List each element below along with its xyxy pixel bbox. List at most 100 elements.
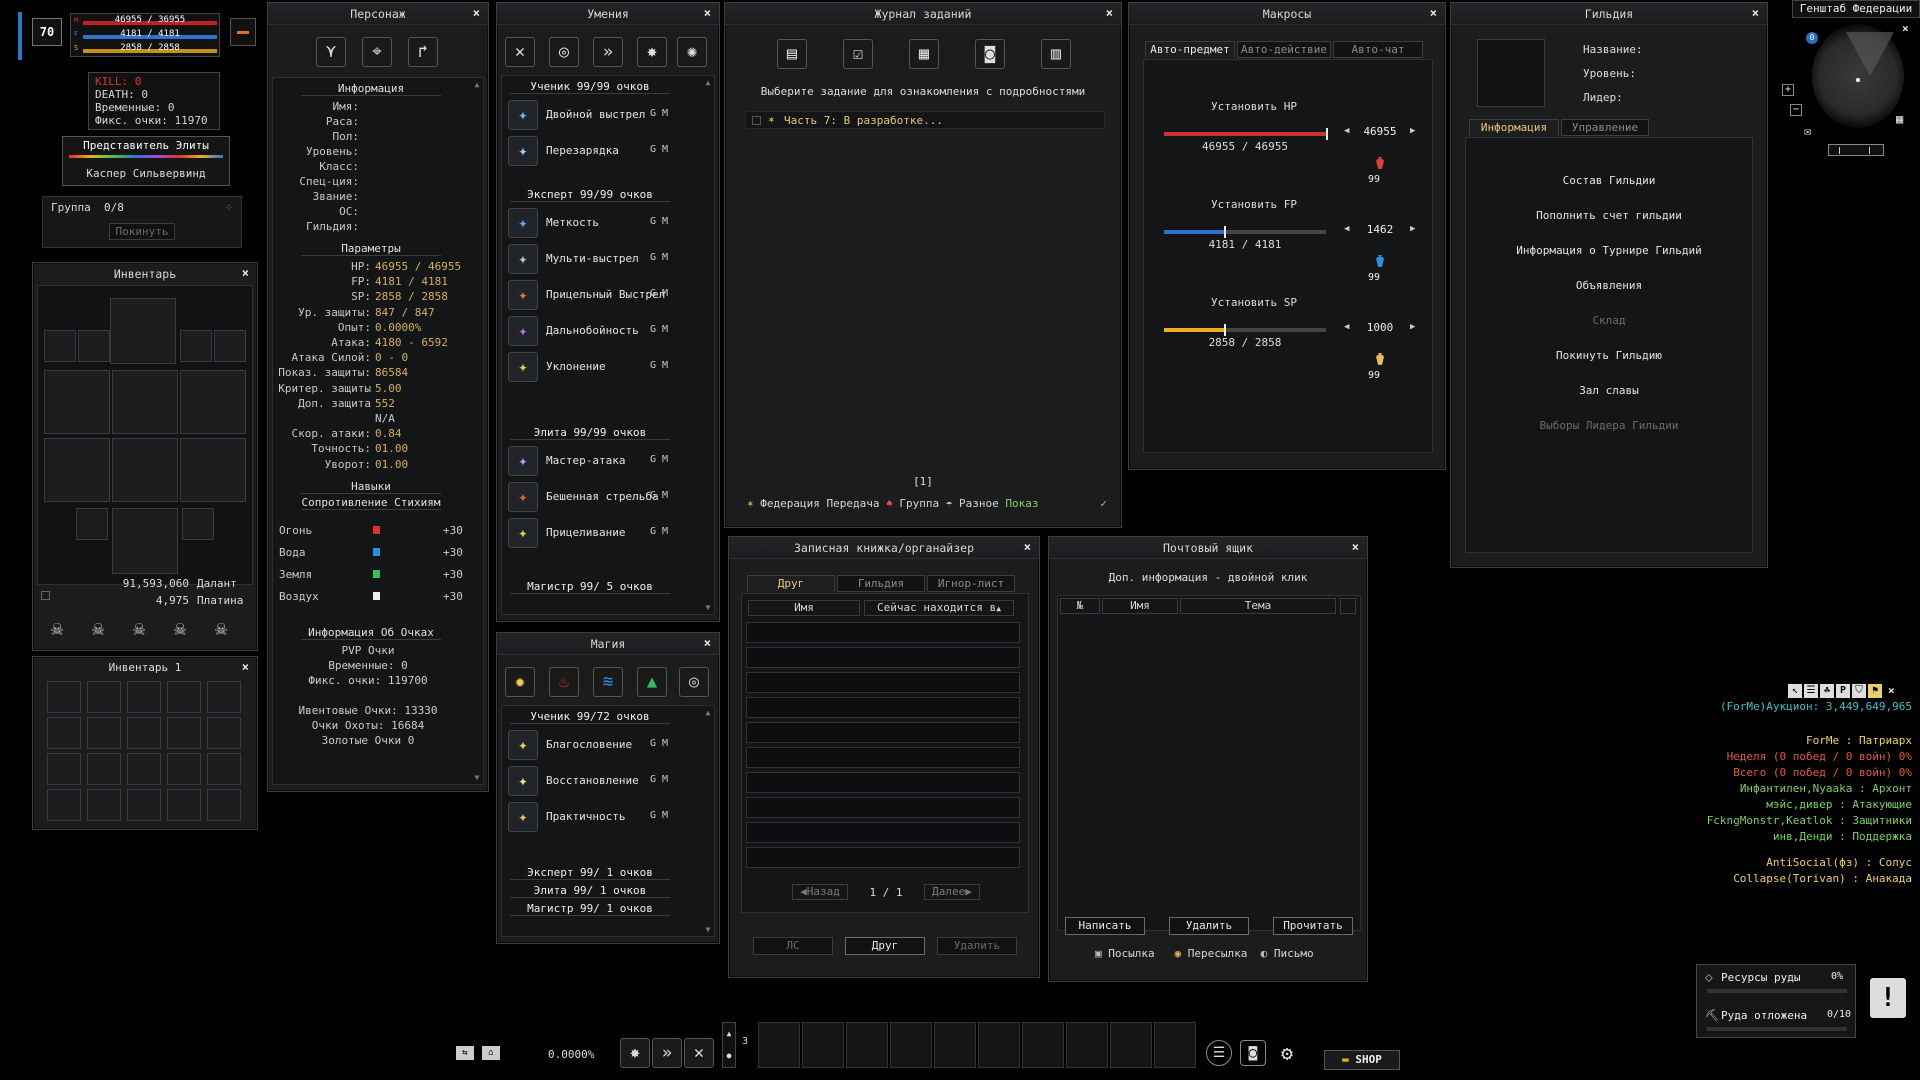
- zoom-in-icon[interactable]: +: [1782, 84, 1794, 96]
- checkbox-icon[interactable]: [752, 116, 761, 125]
- hotbar-slot[interactable]: [758, 1022, 800, 1068]
- hotbar-slot[interactable]: [1110, 1022, 1152, 1068]
- guild-menu-item[interactable]: Состав Гильдии: [1466, 174, 1752, 187]
- tab-auto-action[interactable]: Авто-действие: [1237, 41, 1331, 58]
- friend-row[interactable]: [746, 722, 1020, 743]
- checklist-icon[interactable]: ☑: [843, 39, 873, 69]
- journal-icon[interactable]: ▤: [777, 39, 807, 69]
- equip-slot[interactable]: [78, 330, 110, 362]
- skill-row[interactable]: ✦ Двойной выстрел G M: [506, 98, 674, 132]
- arrow-icon[interactable]: ↱: [408, 37, 438, 67]
- close-icon[interactable]: ×: [242, 660, 249, 674]
- target-icon[interactable]: ⌖: [362, 37, 392, 67]
- fp-slider-track[interactable]: [1164, 226, 1326, 238]
- tab-ignore[interactable]: Игнор-лист: [927, 575, 1015, 592]
- flag-icon[interactable]: ⚑: [1868, 684, 1882, 698]
- shield-icon[interactable]: ⛉: [1852, 684, 1866, 698]
- guild-menu-item[interactable]: Пополнить счет гильдии: [1466, 209, 1752, 222]
- filter-misc[interactable]: Разное: [959, 497, 999, 510]
- skill-icon[interactable]: ✦: [508, 280, 538, 310]
- hotbar-slot[interactable]: [934, 1022, 976, 1068]
- scroll-down-icon[interactable]: ▼: [473, 773, 481, 782]
- leave-group-button[interactable]: Покинуть: [109, 223, 175, 240]
- friend-row[interactable]: [746, 772, 1020, 793]
- minimap-badge[interactable]: 0: [1806, 32, 1818, 44]
- skill-row[interactable]: ✦ Дальнобойность G M: [506, 314, 674, 348]
- player-level-box[interactable]: 70: [32, 18, 62, 46]
- inventory-slot[interactable]: [207, 717, 241, 749]
- write-mail-button[interactable]: Написать: [1065, 917, 1145, 935]
- scroll-up-icon[interactable]: ▲: [704, 78, 712, 87]
- skill-icon[interactable]: ✦: [508, 446, 538, 476]
- calendar-icon[interactable]: ▦: [1896, 112, 1903, 126]
- filter-letter[interactable]: Письмо: [1274, 947, 1314, 960]
- inventory-slot[interactable]: [127, 681, 161, 713]
- filter-show[interactable]: Показ: [1005, 497, 1038, 510]
- hotbar-slot[interactable]: [978, 1022, 1020, 1068]
- select-all-checkbox[interactable]: [1340, 598, 1356, 614]
- burst-icon[interactable]: ✸: [637, 37, 667, 67]
- inventory-slot[interactable]: [87, 753, 121, 785]
- chat-icon[interactable]: ☰: [1804, 684, 1818, 698]
- friend-row[interactable]: [746, 847, 1020, 868]
- equip-slot[interactable]: [44, 370, 110, 434]
- skill-row[interactable]: ✦ Меткость G M: [506, 206, 674, 240]
- tab-auto-chat[interactable]: Авто-чат: [1333, 41, 1423, 58]
- skill-row[interactable]: ✦ Восстановление G M: [506, 764, 674, 798]
- dash-icon[interactable]: »: [593, 37, 623, 67]
- skill-row[interactable]: ✦ Уклонение G M: [506, 350, 674, 384]
- minimap-close-icon[interactable]: ×: [1902, 22, 1909, 35]
- tab-guild-info[interactable]: Информация: [1469, 119, 1559, 136]
- tab-guild-manage[interactable]: Управление: [1561, 119, 1649, 136]
- inventory-slot[interactable]: [207, 789, 241, 821]
- briefcase-icon[interactable]: ◙: [1240, 1040, 1266, 1066]
- tab-friend[interactable]: Друг: [747, 575, 835, 592]
- prev-page-button[interactable]: ◀Назад: [792, 884, 848, 900]
- scroll-down-icon[interactable]: ▼: [704, 925, 712, 934]
- remove-friend-button[interactable]: Удалить: [937, 937, 1017, 955]
- target-icon[interactable]: ◎: [549, 37, 579, 67]
- hotbar-slot[interactable]: [1022, 1022, 1064, 1068]
- equip-slot[interactable]: [214, 330, 246, 362]
- skill-row[interactable]: ✦ Благословение G M: [506, 728, 674, 762]
- inventory-slot[interactable]: [127, 753, 161, 785]
- equip-slot[interactable]: [180, 370, 246, 434]
- filter-federation[interactable]: Федерация: [760, 497, 820, 510]
- skill-icon[interactable]: ✦: [508, 352, 538, 382]
- pet-icon[interactable]: ☠: [84, 616, 112, 644]
- equip-slot[interactable]: [44, 330, 76, 362]
- read-mail-button[interactable]: Прочитать: [1273, 917, 1353, 935]
- add-friend-button[interactable]: Друг: [845, 937, 925, 955]
- shop-button[interactable]: ▬ SHOP: [1324, 1050, 1400, 1070]
- wings-icon[interactable]: ⋎: [316, 37, 346, 67]
- burst-icon[interactable]: ✸: [620, 1038, 650, 1068]
- hp-increase-icon[interactable]: ▶: [1410, 126, 1415, 136]
- fire-icon[interactable]: ♨: [549, 667, 579, 697]
- friend-row[interactable]: [746, 747, 1020, 768]
- skill-row[interactable]: ✦ Прицельный Выстрел G M: [506, 278, 674, 312]
- menu-icon[interactable]: ☰: [1206, 1040, 1232, 1066]
- cursor-icon[interactable]: ↖: [1788, 684, 1802, 698]
- equip-slot[interactable]: [76, 508, 108, 540]
- friend-row[interactable]: [746, 822, 1020, 843]
- inventory-slot[interactable]: [127, 789, 161, 821]
- minimap[interactable]: [1812, 24, 1904, 128]
- hotbar-slot[interactable]: [1154, 1022, 1196, 1068]
- book-icon[interactable]: ▥: [1041, 39, 1071, 69]
- private-message-button[interactable]: ЛС: [753, 937, 833, 955]
- inventory-slot[interactable]: [47, 717, 81, 749]
- equip-slot[interactable]: [182, 508, 214, 540]
- alert-button[interactable]: !: [1870, 978, 1906, 1018]
- next-page-button[interactable]: Далее▶: [924, 884, 980, 900]
- column-number[interactable]: №: [1060, 598, 1100, 614]
- inventory-slot[interactable]: [47, 789, 81, 821]
- close-icon[interactable]: ×: [242, 266, 249, 280]
- hotbar-slot[interactable]: [802, 1022, 844, 1068]
- spark-icon[interactable]: ✺: [677, 37, 707, 67]
- guild-menu-item[interactable]: Зал славы: [1466, 384, 1752, 397]
- equip-slot[interactable]: [44, 438, 110, 502]
- column-name[interactable]: Имя: [748, 600, 860, 616]
- sp-increase-icon[interactable]: ▶: [1410, 322, 1415, 332]
- sp-decrease-icon[interactable]: ◀: [1344, 322, 1349, 332]
- close-icon[interactable]: ×: [1024, 540, 1031, 554]
